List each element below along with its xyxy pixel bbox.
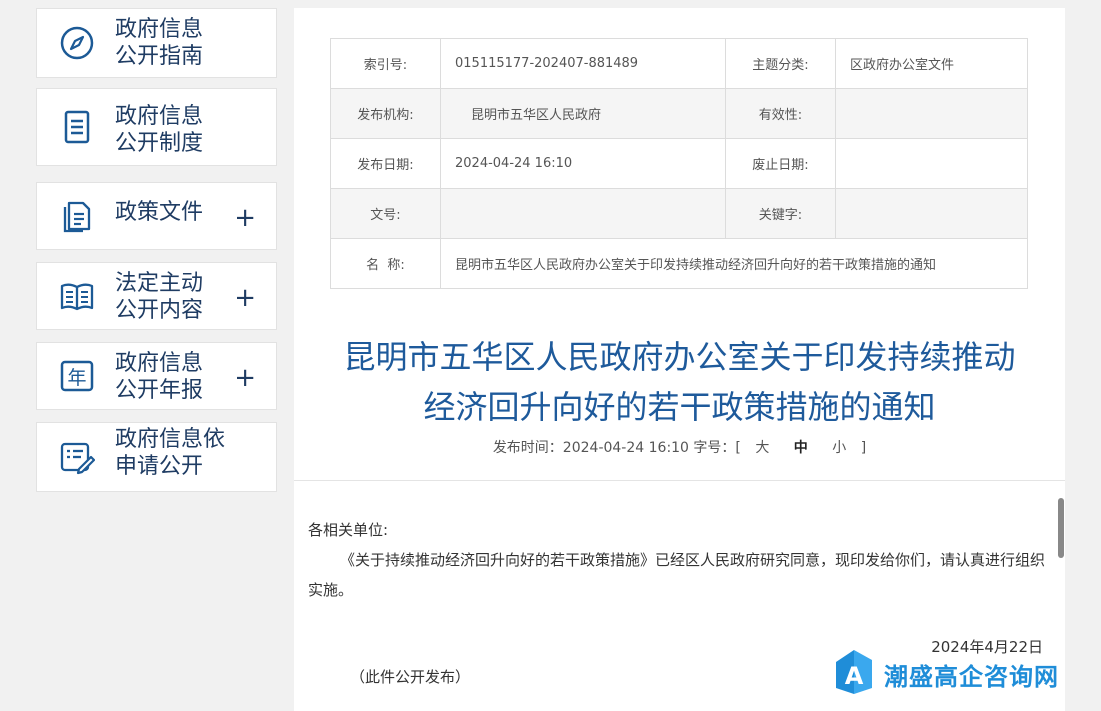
- pubinfo-prefix: 发布时间：2024-04-24 16:10 字号：[: [492, 440, 741, 456]
- article-body: 各相关单位: 《关于持续推动经济回升向好的若干政策措施》已经区人民政府研究同意，…: [308, 515, 1048, 605]
- expand-plus-icon[interactable]: +: [234, 205, 256, 231]
- expiry-value: [835, 138, 1028, 189]
- sidebar-item-label: 政府信息 公开年报: [115, 351, 204, 403]
- compass-icon: [59, 25, 95, 61]
- book-icon: [59, 278, 95, 314]
- sidebar-item-policy[interactable]: 政策文件 +: [36, 182, 277, 250]
- metadata-row: 发布日期: 2024-04-24 16:10 废止日期:: [330, 138, 1028, 189]
- docno-label: 文号:: [330, 188, 441, 239]
- files-icon: [59, 198, 95, 234]
- watermark-text: 潮盛高企咨询网: [884, 662, 1059, 691]
- scrollbar-thumb[interactable]: [1058, 498, 1064, 558]
- sidebar-item-system[interactable]: 政府信息 公开制度: [36, 88, 277, 166]
- watermark-logo-letter: A: [845, 662, 864, 690]
- docno-value: [440, 188, 726, 239]
- document-icon: [59, 109, 95, 145]
- divider: [294, 480, 1065, 481]
- category-label: 主题分类:: [725, 38, 836, 89]
- metadata-row: 名 称: 昆明市五华区人民政府办公室关于印发持续推动经济回升向好的若干政策措施的…: [330, 238, 1028, 289]
- sidebar-item-annual-report[interactable]: 年 政府信息 公开年报 +: [36, 342, 277, 410]
- keywords-label: 关键字:: [725, 188, 836, 239]
- form-edit-icon: [59, 439, 95, 475]
- metadata-row: 发布机构: 昆明市五华区人民政府 有效性:: [330, 88, 1028, 139]
- sidebar-item-label: 政府信息 公开指南: [115, 17, 204, 69]
- sidebar-item-label: 政府信息 公开制度: [115, 104, 204, 156]
- article-panel: 索引号: 015115177-202407-881489 主题分类: 区政府办公…: [294, 8, 1065, 711]
- pubdate-label: 发布日期:: [330, 138, 441, 189]
- name-value: 昆明市五华区人民政府办公室关于印发持续推动经济回升向好的若干政策措施的通知: [440, 238, 1028, 289]
- title-line-2: 经济回升向好的若干政策措施的通知: [423, 388, 936, 426]
- sidebar-item-label: 法定主动 公开内容: [115, 271, 204, 323]
- name-label: 名 称:: [330, 238, 441, 289]
- sidebar-item-statutory[interactable]: 法定主动 公开内容 +: [36, 262, 277, 330]
- publish-note: （此件公开发布）: [350, 668, 471, 686]
- year-char-text: 年: [67, 367, 86, 389]
- font-size-medium-button[interactable]: 中: [794, 440, 808, 456]
- category-value: 区政府办公室文件: [835, 38, 1028, 89]
- font-size-small-button[interactable]: 小: [832, 440, 846, 456]
- sidebar-item-label: 政府信息依 申请公开: [115, 427, 226, 479]
- body-paragraph: 《关于持续推动经济回升向好的若干政策措施》已经区人民政府研究同意，现印发给你们，…: [308, 551, 1046, 599]
- pubdate-value: 2024-04-24 16:10: [440, 138, 726, 189]
- metadata-row: 索引号: 015115177-202407-881489 主题分类: 区政府办公…: [330, 38, 1028, 89]
- expiry-label: 废止日期:: [725, 138, 836, 189]
- metadata-table: 索引号: 015115177-202407-881489 主题分类: 区政府办公…: [330, 38, 1028, 289]
- font-size-large-button[interactable]: 大: [755, 440, 769, 456]
- publish-info: 发布时间：2024-04-24 16:10 字号：[ 大 中 小 ]: [294, 437, 1065, 457]
- index-value: 015115177-202407-881489: [440, 38, 726, 89]
- expand-plus-icon[interactable]: +: [234, 365, 256, 391]
- watermark: A 潮盛高企咨询网: [832, 648, 1062, 700]
- index-label: 索引号:: [330, 38, 441, 89]
- metadata-row: 文号: 关键字:: [330, 188, 1028, 239]
- publisher-label: 发布机构:: [330, 88, 441, 139]
- sidebar-item-label: 政策文件: [115, 200, 204, 225]
- year-icon: 年: [59, 358, 95, 394]
- watermark-logo-icon: A: [836, 650, 872, 694]
- sidebar-item-guide[interactable]: 政府信息 公开指南: [36, 8, 277, 78]
- sidebar-item-apply[interactable]: 政府信息依 申请公开: [36, 422, 277, 492]
- validity-label: 有效性:: [725, 88, 836, 139]
- keywords-value: [835, 188, 1028, 239]
- salutation: 各相关单位:: [308, 521, 389, 539]
- article-title: 昆明市五华区人民政府办公室关于印发持续推动 经济回升向好的若干政策措施的通知: [294, 332, 1065, 432]
- pubinfo-suffix: ]: [860, 440, 867, 456]
- expand-plus-icon[interactable]: +: [234, 285, 256, 311]
- validity-value: [835, 88, 1028, 139]
- publisher-value: 昆明市五华区人民政府: [440, 88, 726, 139]
- title-line-1: 昆明市五华区人民政府办公室关于印发持续推动: [343, 338, 1016, 376]
